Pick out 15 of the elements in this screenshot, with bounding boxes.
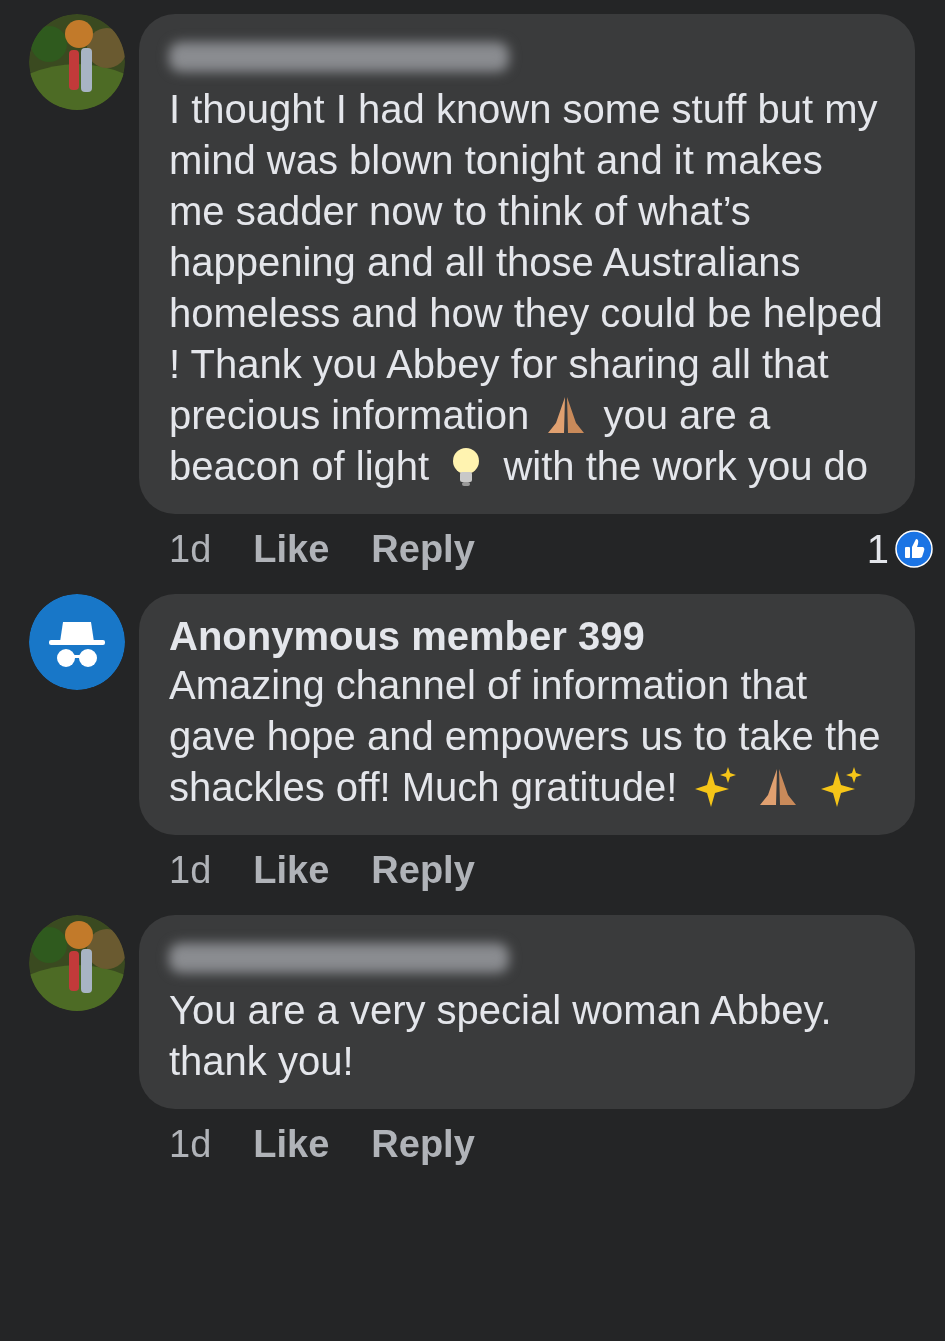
reply-link[interactable]: Reply	[371, 848, 475, 892]
timestamp: 1d	[169, 527, 212, 571]
reaction-count: 1	[866, 526, 889, 572]
like-link[interactable]: Like	[253, 848, 330, 892]
reply-link[interactable]: Reply	[371, 527, 475, 571]
timestamp: 1d	[169, 848, 212, 892]
timestamp: 1d	[169, 1122, 212, 1166]
comment-text: Amazing channel of information that gave hope and empowers us to take the shackles off! Much gratitude!	[169, 662, 882, 811]
like-link[interactable]: Like	[253, 1122, 330, 1166]
author-name: Anonymous member 399	[169, 613, 646, 660]
reply-link[interactable]: Reply	[371, 1122, 475, 1166]
like-icon	[895, 530, 933, 568]
comment-text: You are a very special woman Abbey. thank you!	[169, 987, 833, 1085]
like-link[interactable]: Like	[253, 527, 330, 571]
comment-text: I thought I had known some stuff but my mind was blown tonight and it makes me sadder now to think of what’s happening and all those Australians homeless and how they could be helped ! Thank you Abbey for sharing all that precious information you are a beacon of light with the work you do	[169, 86, 884, 490]
